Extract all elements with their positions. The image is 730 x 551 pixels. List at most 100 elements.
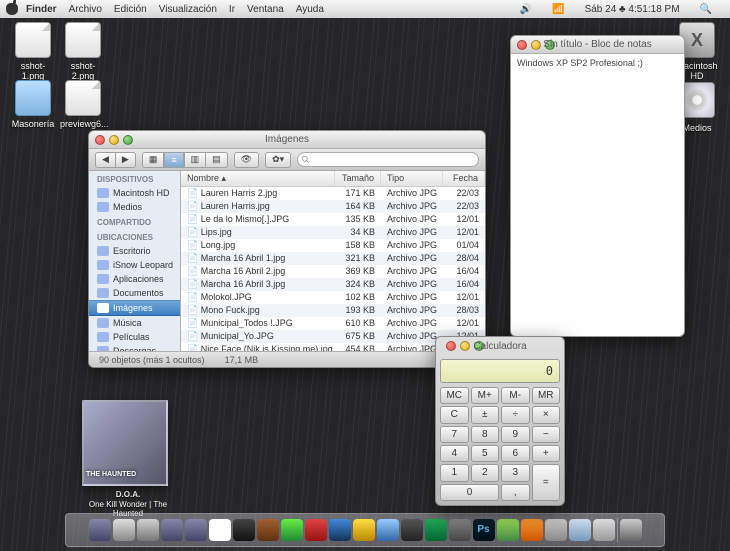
minimize-button[interactable] xyxy=(460,341,470,351)
calc-key[interactable]: , xyxy=(501,484,530,501)
calc-key[interactable]: 5 xyxy=(471,445,500,462)
file-row[interactable]: 📄 Marcha 16 Abril 1.jpg321 KBArchivo JPG… xyxy=(181,252,485,265)
col-date-header[interactable]: Fecha xyxy=(443,171,485,186)
calc-key[interactable]: 0 xyxy=(440,484,499,501)
volume-icon[interactable]: 🔊 xyxy=(520,4,532,15)
file-row[interactable]: 📄 Lauren Harris.jpg164 KBArchivo JPG22/0… xyxy=(181,200,485,213)
menubar-clock[interactable]: Sáb 24 ♣ 4:51:18 PM xyxy=(585,4,680,15)
view-list-button[interactable]: ≡ xyxy=(164,152,183,168)
file-row[interactable]: 📄 Municipal_Todos !.JPG610 KBArchivo JPG… xyxy=(181,317,485,330)
wifi-icon[interactable]: 📶 xyxy=(552,4,564,15)
file-row[interactable]: 📄 Marcha 16 Abril 2.jpg369 KBArchivo JPG… xyxy=(181,265,485,278)
desktop-icon[interactable]: sshot-2.png xyxy=(58,22,108,82)
dock-app-icon[interactable] xyxy=(521,519,543,541)
calc-key[interactable]: C xyxy=(440,406,469,423)
calc-key[interactable]: MC xyxy=(440,387,469,404)
sidebar-item[interactable]: Escritorio xyxy=(89,244,180,258)
forward-button[interactable]: ▶ xyxy=(116,152,136,168)
calc-key[interactable]: = xyxy=(532,464,561,501)
dock-app-icon[interactable] xyxy=(593,519,615,541)
view-coverflow-button[interactable]: ▤ xyxy=(206,152,228,168)
dock-app-icon[interactable] xyxy=(305,519,327,541)
sidebar-item[interactable]: iSnow Leopard xyxy=(89,258,180,272)
sidebar-item[interactable]: Documentos xyxy=(89,286,180,300)
sidebar-item[interactable]: Aplicaciones xyxy=(89,272,180,286)
dock-app-icon[interactable] xyxy=(377,519,399,541)
dock-photoshop-icon[interactable]: Ps xyxy=(473,519,495,541)
sidebar-item[interactable]: Descargas xyxy=(89,344,180,351)
zoom-button[interactable] xyxy=(545,40,555,50)
file-row[interactable]: 📄 Lips.jpg34 KBArchivo JPG12/01 xyxy=(181,226,485,239)
back-button[interactable]: ◀ xyxy=(95,152,116,168)
calc-key[interactable]: 7 xyxy=(440,426,469,443)
dock-app-icon[interactable] xyxy=(545,519,567,541)
quicklook-button[interactable]: 👁 xyxy=(234,152,259,168)
file-row[interactable]: 📄 Marcha 16 Abril 3.jpg324 KBArchivo JPG… xyxy=(181,278,485,291)
dock-app-icon[interactable] xyxy=(569,519,591,541)
finder-titlebar[interactable]: Imágenes xyxy=(89,131,485,149)
dock-app-icon[interactable] xyxy=(425,519,447,541)
col-type-header[interactable]: Tipo xyxy=(381,171,443,186)
file-row[interactable]: 📄 Molokol.JPG102 KBArchivo JPG12/01 xyxy=(181,291,485,304)
calc-key[interactable]: ± xyxy=(471,406,500,423)
calc-titlebar[interactable]: Calculadora xyxy=(440,337,560,355)
dock-app-icon[interactable] xyxy=(497,519,519,541)
sidebar-item[interactable]: Música xyxy=(89,316,180,330)
dock-app-icon[interactable] xyxy=(353,519,375,541)
notes-textarea[interactable]: Windows XP SP2 Profesional ;) xyxy=(511,54,684,336)
now-playing-widget[interactable]: D.O.A. One Kill Wonder | The Haunted xyxy=(82,400,174,519)
action-button[interactable]: ✿▾ xyxy=(265,152,291,168)
calc-key[interactable]: M- xyxy=(501,387,530,404)
minimize-button[interactable] xyxy=(531,40,541,50)
desktop-icon[interactable]: previewg6... xyxy=(58,80,108,130)
desktop-icon[interactable]: Masonería xyxy=(8,80,58,130)
zoom-button[interactable] xyxy=(474,341,484,351)
file-row[interactable]: 📄 Long.jpg158 KBArchivo JPG01/04 xyxy=(181,239,485,252)
dock-quicktime-icon[interactable] xyxy=(233,519,255,541)
apple-menu-icon[interactable] xyxy=(6,3,18,15)
dock-terminal-icon[interactable] xyxy=(401,519,423,541)
close-button[interactable] xyxy=(446,341,456,351)
menu-ventana[interactable]: Ventana xyxy=(247,4,284,15)
menu-edicion[interactable]: Edición xyxy=(114,4,147,15)
file-row[interactable]: 📄 Mono Fuck.jpg193 KBArchivo JPG28/03 xyxy=(181,304,485,317)
dock-app-icon[interactable] xyxy=(281,519,303,541)
calc-key[interactable]: 3 xyxy=(501,464,530,481)
view-columns-button[interactable]: ▥ xyxy=(184,152,207,168)
dock-dashboard-icon[interactable] xyxy=(113,519,135,541)
sidebar-item[interactable]: Macintosh HD xyxy=(89,186,180,200)
menu-archivo[interactable]: Archivo xyxy=(69,4,102,15)
calc-key[interactable]: 9 xyxy=(501,426,530,443)
dock-app-icon[interactable] xyxy=(449,519,471,541)
notes-titlebar[interactable]: Sin título - Bloc de notas xyxy=(511,36,684,54)
menubar-app-name[interactable]: Finder xyxy=(26,4,57,15)
dock-safari-icon[interactable] xyxy=(185,519,207,541)
file-row[interactable]: 📄 Lauren Harris 2.jpg171 KBArchivo JPG22… xyxy=(181,187,485,200)
calc-key[interactable]: 2 xyxy=(471,464,500,481)
calc-key[interactable]: ÷ xyxy=(501,406,530,423)
calc-key[interactable]: M+ xyxy=(471,387,500,404)
col-name-header[interactable]: Nombre ▴ xyxy=(181,171,335,186)
zoom-button[interactable] xyxy=(123,135,133,145)
dock-finder-icon[interactable] xyxy=(89,519,111,541)
col-size-header[interactable]: Tamaño xyxy=(335,171,381,186)
minimize-button[interactable] xyxy=(109,135,119,145)
file-rows[interactable]: 📄 Lauren Harris 2.jpg171 KBArchivo JPG22… xyxy=(181,187,485,351)
file-row[interactable]: 📄 Le da lo Mismo[.].JPG135 KBArchivo JPG… xyxy=(181,213,485,226)
view-icons-button[interactable]: ▦ xyxy=(142,152,165,168)
calc-key[interactable]: + xyxy=(532,445,561,462)
sidebar-item-selected[interactable]: Imágenes xyxy=(89,300,180,316)
calc-key[interactable]: − xyxy=(532,426,561,443)
sidebar-item[interactable]: Medios xyxy=(89,200,180,214)
desktop-icon[interactable]: sshot-1.png xyxy=(8,22,58,82)
calc-key[interactable]: 1 xyxy=(440,464,469,481)
sidebar-item[interactable]: Películas xyxy=(89,330,180,344)
calc-key[interactable]: 6 xyxy=(501,445,530,462)
close-button[interactable] xyxy=(517,40,527,50)
calc-key[interactable]: 8 xyxy=(471,426,500,443)
menu-ayuda[interactable]: Ayuda xyxy=(296,4,324,15)
dock-addressbook-icon[interactable] xyxy=(257,519,279,541)
spotlight-icon[interactable]: 🔍 xyxy=(700,4,712,15)
calc-key[interactable]: × xyxy=(532,406,561,423)
dock-mail-icon[interactable] xyxy=(161,519,183,541)
